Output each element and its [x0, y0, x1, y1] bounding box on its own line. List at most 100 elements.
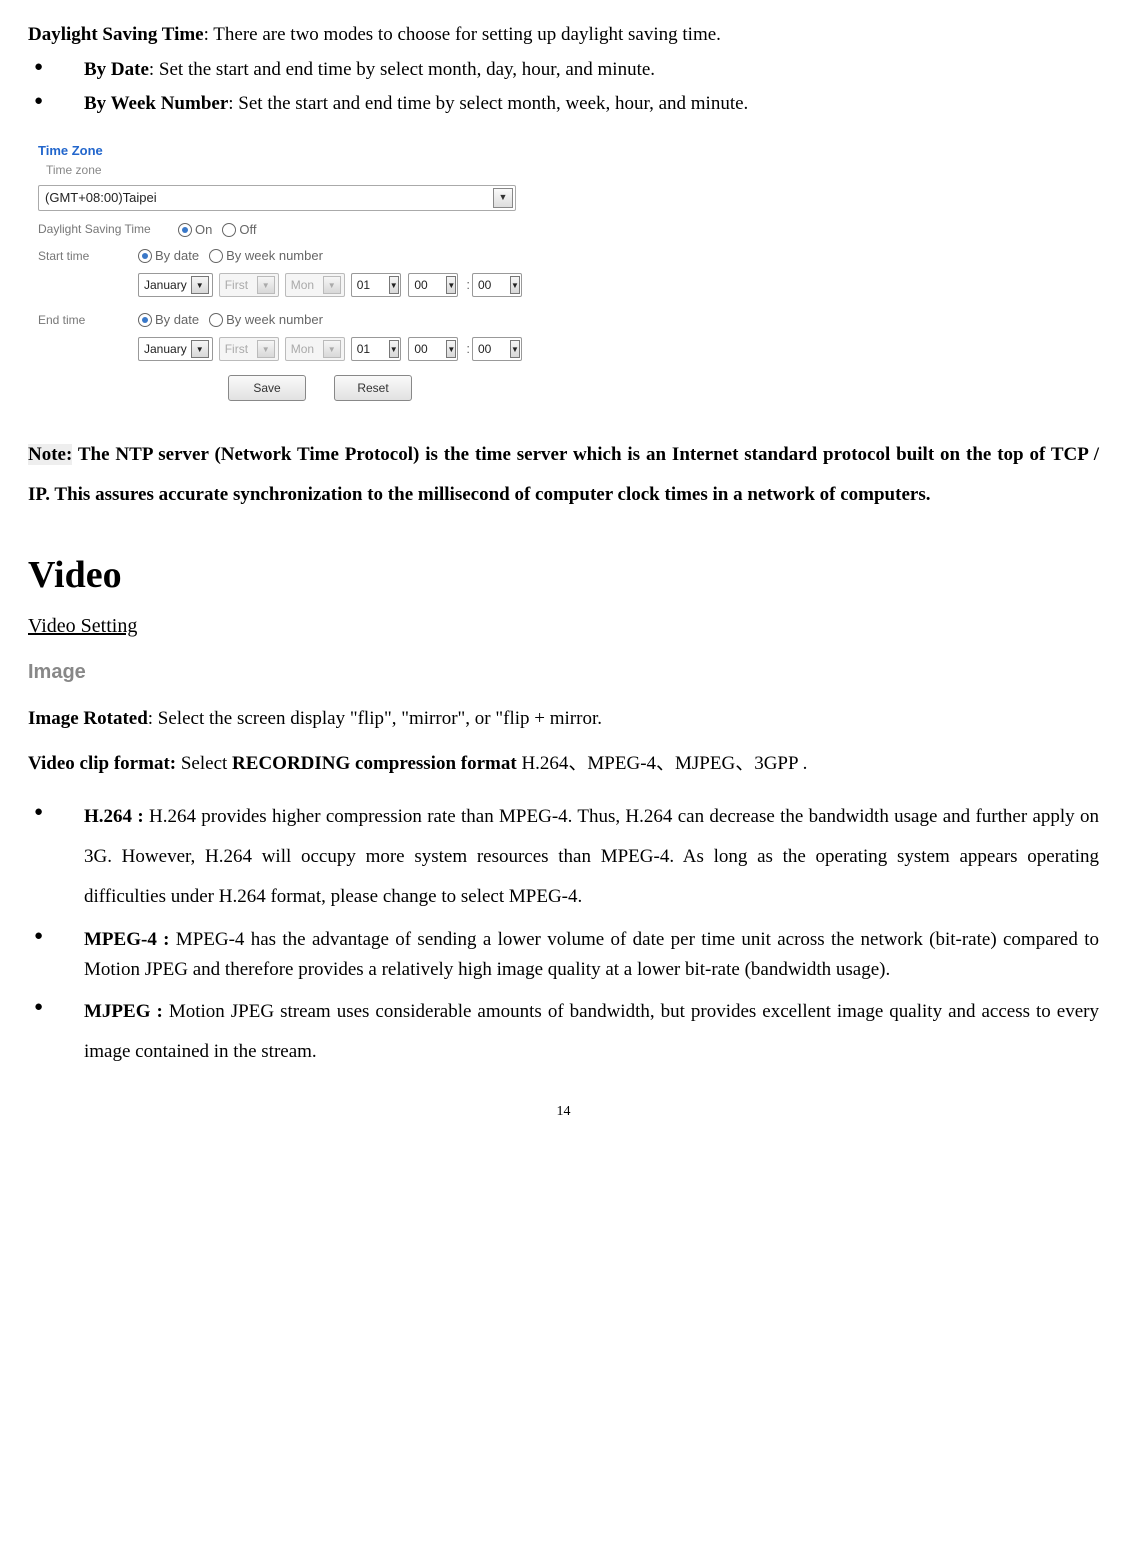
- start-week-value: First: [225, 277, 253, 294]
- end-weekday-value: Mon: [291, 341, 319, 358]
- start-byweek-label: By week number: [226, 247, 323, 265]
- radio-icon: [138, 313, 152, 327]
- start-day-select[interactable]: 01▼: [351, 273, 401, 297]
- dropdown-icon: ▼: [510, 340, 520, 358]
- reset-button[interactable]: Reset: [334, 375, 412, 401]
- dst-label: Daylight Saving Time: [28, 24, 204, 45]
- dropdown-icon: ▼: [191, 340, 209, 358]
- dst-off-label: Off: [239, 221, 256, 239]
- video-setting-link[interactable]: Video Setting: [28, 612, 137, 640]
- end-month-select[interactable]: January▼: [138, 337, 213, 361]
- mpeg4-text: MPEG-4 has the advantage of sending a lo…: [84, 929, 1099, 979]
- start-minute-select[interactable]: 00▼: [472, 273, 522, 297]
- dropdown-icon: ▼: [323, 340, 341, 358]
- end-week-select: First▼: [219, 337, 279, 361]
- note-text: The NTP server (Network Time Protocol) i…: [28, 444, 1099, 505]
- dst-on-label: On: [195, 221, 212, 239]
- dropdown-icon: ▼: [257, 276, 275, 294]
- end-byweek-radio[interactable]: By week number: [209, 311, 323, 329]
- end-month-value: January: [144, 341, 187, 358]
- start-hour-value: 00: [414, 277, 442, 294]
- clip-format-bold: RECORDING compression format: [232, 753, 517, 774]
- end-weekday-select: Mon▼: [285, 337, 345, 361]
- panel-subtitle: Time zone: [38, 162, 528, 179]
- end-hour-select[interactable]: 00▼: [408, 337, 458, 361]
- clip-format-para: Video clip format: Select RECORDING comp…: [28, 751, 1099, 778]
- start-week-select: First▼: [219, 273, 279, 297]
- start-day-value: 01: [357, 277, 385, 294]
- end-minute-value: 00: [478, 341, 506, 358]
- dropdown-icon: ▼: [493, 188, 513, 208]
- start-weekday-value: Mon: [291, 277, 319, 294]
- dropdown-icon: ▼: [191, 276, 209, 294]
- dropdown-icon: ▼: [446, 276, 456, 294]
- dst-row-label: Daylight Saving Time: [38, 221, 178, 238]
- radio-icon: [178, 223, 192, 237]
- end-bydate-label: By date: [155, 311, 199, 329]
- dropdown-icon: ▼: [323, 276, 341, 294]
- end-byweek-label: By week number: [226, 311, 323, 329]
- end-bydate-radio[interactable]: By date: [138, 311, 199, 329]
- save-button[interactable]: Save: [228, 375, 306, 401]
- h264-text: H.264 provides higher compression rate t…: [84, 806, 1099, 907]
- start-hour-select[interactable]: 00▼: [408, 273, 458, 297]
- dropdown-icon: ▼: [389, 276, 399, 294]
- dst-intro: Daylight Saving Time: There are two mode…: [28, 22, 1099, 49]
- time-colon: :: [466, 276, 470, 294]
- mjpeg-label: MJPEG :: [84, 1001, 163, 1022]
- start-byweek-radio[interactable]: By week number: [209, 247, 323, 265]
- by-date-item: By Date: Set the start and end time by s…: [28, 57, 1099, 84]
- by-week-item: By Week Number: Set the start and end ti…: [28, 91, 1099, 118]
- dst-on-radio[interactable]: On: [178, 221, 212, 239]
- end-week-value: First: [225, 341, 253, 358]
- clip-format-label: Video clip format:: [28, 753, 181, 774]
- image-rotated-label: Image Rotated: [28, 708, 148, 729]
- by-date-text: : Set the start and end time by select m…: [149, 59, 655, 80]
- end-day-select[interactable]: 01▼: [351, 337, 401, 361]
- radio-icon: [209, 313, 223, 327]
- by-week-text: : Set the start and end time by select m…: [228, 93, 748, 114]
- mjpeg-text: Motion JPEG stream uses considerable amo…: [84, 1001, 1099, 1062]
- radio-icon: [209, 249, 223, 263]
- start-weekday-select: Mon▼: [285, 273, 345, 297]
- image-subheading: Image: [28, 658, 1099, 686]
- radio-icon: [222, 223, 236, 237]
- start-bydate-label: By date: [155, 247, 199, 265]
- clip-format-mid: Select: [181, 753, 232, 774]
- timezone-value: (GMT+08:00)Taipei: [45, 189, 157, 207]
- clip-format-tail: H.264、MPEG-4、MJPEG、3GPP .: [517, 753, 808, 774]
- timezone-panel: Time Zone Time zone (GMT+08:00)Taipei ▼ …: [28, 136, 538, 412]
- by-date-label: By Date: [84, 59, 149, 80]
- start-time-label: Start time: [38, 248, 138, 265]
- end-minute-select[interactable]: 00▼: [472, 337, 522, 361]
- page-number: 14: [28, 1102, 1099, 1122]
- dropdown-icon: ▼: [257, 340, 275, 358]
- image-rotated-text: : Select the screen display "flip", "mir…: [148, 708, 602, 729]
- dst-off-radio[interactable]: Off: [222, 221, 256, 239]
- start-month-value: January: [144, 277, 187, 294]
- ntp-note: Note: The NTP server (Network Time Proto…: [28, 435, 1099, 515]
- dropdown-icon: ▼: [389, 340, 399, 358]
- end-time-label: End time: [38, 312, 138, 329]
- by-week-label: By Week Number: [84, 93, 228, 114]
- image-rotated-para: Image Rotated: Select the screen display…: [28, 706, 1099, 733]
- mjpeg-item: MJPEG : Motion JPEG stream uses consider…: [28, 992, 1099, 1072]
- end-day-value: 01: [357, 341, 385, 358]
- mpeg4-label: MPEG-4 :: [84, 929, 169, 950]
- panel-title: Time Zone: [38, 142, 528, 160]
- start-month-select[interactable]: January▼: [138, 273, 213, 297]
- time-colon: :: [466, 340, 470, 358]
- radio-icon: [138, 249, 152, 263]
- mpeg4-item: MPEG-4 : MPEG-4 has the advantage of sen…: [28, 925, 1099, 984]
- h264-label: H.264 :: [84, 806, 144, 827]
- dropdown-icon: ▼: [510, 276, 520, 294]
- video-heading: Video: [28, 549, 1099, 602]
- start-minute-value: 00: [478, 277, 506, 294]
- h264-item: H.264 : H.264 provides higher compressio…: [28, 797, 1099, 917]
- note-label: Note:: [28, 444, 72, 465]
- timezone-select[interactable]: (GMT+08:00)Taipei ▼: [38, 185, 516, 211]
- dst-text: : There are two modes to choose for sett…: [204, 24, 721, 45]
- end-hour-value: 00: [414, 341, 442, 358]
- start-bydate-radio[interactable]: By date: [138, 247, 199, 265]
- dropdown-icon: ▼: [446, 340, 456, 358]
